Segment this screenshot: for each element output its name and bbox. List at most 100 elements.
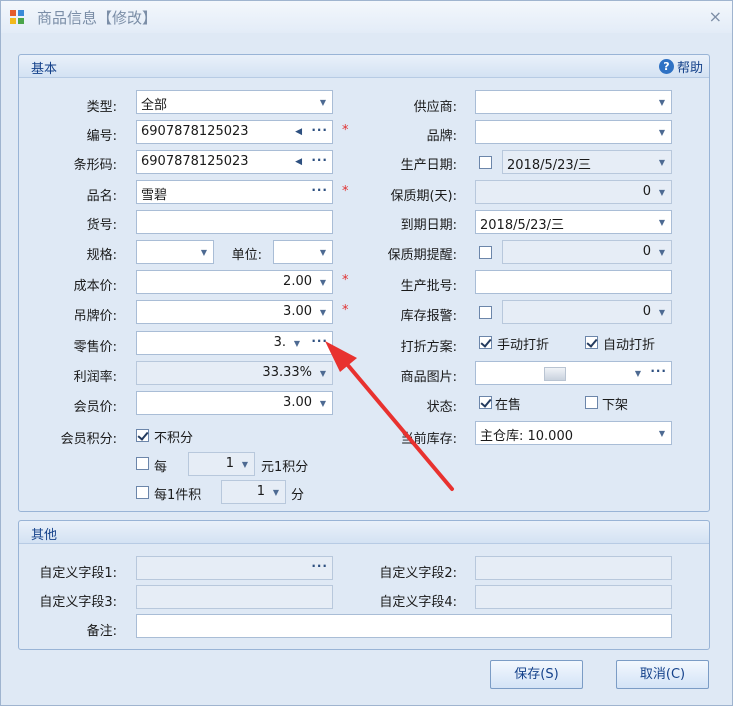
chevron-down-icon[interactable]: ▼ [314, 301, 332, 323]
help-button[interactable]: ? 帮助 [658, 57, 703, 76]
manual-discount-label: 手动打折 [497, 338, 550, 353]
discount-label: 打折方案: [400, 340, 457, 355]
retail-price-input[interactable]: 3. ▼ ··· [136, 331, 333, 355]
chevron-down-icon[interactable]: ▼ [195, 241, 213, 263]
item-no-input[interactable] [136, 210, 333, 234]
ellipsis-icon[interactable]: ··· [311, 557, 328, 579]
supplier-select[interactable]: ▼ [475, 90, 672, 114]
left-arrow-icon[interactable]: ◀ [295, 121, 302, 143]
chevron-down-icon[interactable]: ▼ [314, 392, 332, 414]
custom3-input [136, 585, 333, 609]
basic-panel-header: 基本 ? 帮助 [19, 55, 709, 78]
expiry-date-picker[interactable]: 2018/5/23/三 ▼ [475, 210, 672, 234]
ellipsis-icon[interactable]: ··· [311, 332, 328, 354]
window-title: 商品信息【修改】 [37, 9, 158, 27]
remark-label: 备注: [86, 624, 117, 639]
left-arrow-icon[interactable]: ◀ [295, 151, 302, 173]
per-amount-suffix: 元1积分 [261, 460, 309, 475]
barcode-value: 6907878125023 [141, 154, 249, 169]
other-panel-title: 其他 [31, 528, 58, 543]
name-input[interactable]: 雪碧 ··· [136, 180, 333, 204]
name-label: 品名: [86, 189, 117, 204]
auto-discount-checkbox[interactable] [585, 336, 598, 349]
ellipsis-icon[interactable]: ··· [650, 362, 667, 384]
remark-input[interactable] [136, 614, 672, 638]
custom1-input: ··· [136, 556, 333, 580]
member-price-label: 会员价: [73, 400, 117, 415]
title-bar[interactable]: 商品信息【修改】 × [1, 1, 732, 33]
custom2-input [475, 556, 672, 580]
per-item-checkbox[interactable] [136, 486, 149, 499]
per-item-input: 1 ▼ [221, 480, 286, 504]
type-select[interactable]: 全部 ▼ [136, 90, 333, 114]
chevron-down-icon[interactable]: ▼ [314, 241, 332, 263]
code-input[interactable]: 6907878125023 ◀ ··· [136, 120, 333, 144]
item-no-label: 货号: [86, 218, 117, 233]
shelf-alert-input: 0 ▼ [502, 240, 672, 264]
chevron-down-icon: ▼ [658, 247, 666, 257]
shelf-alert-value: 0 [642, 244, 651, 259]
close-icon[interactable]: × [709, 7, 722, 26]
help-icon: ? [658, 59, 674, 74]
stock-alert-input: 0 ▼ [502, 300, 672, 324]
name-value: 雪碧 [141, 188, 168, 203]
no-points-checkbox[interactable] [136, 429, 149, 442]
shelf-life-value: 0 [642, 184, 651, 199]
points-label: 会员积分: [60, 432, 117, 447]
unit-select[interactable]: ▼ [273, 240, 333, 264]
ellipsis-icon[interactable]: ··· [311, 121, 328, 143]
per-amount-checkbox[interactable] [136, 457, 149, 470]
prod-date-checkbox[interactable] [479, 156, 492, 169]
on-sale-checkbox[interactable] [479, 396, 492, 409]
off-shelf-label: 下架 [602, 398, 629, 413]
cancel-button[interactable]: 取消(C) [616, 660, 709, 689]
stock-select[interactable]: 主仓库: 10.000 ▼ [475, 421, 672, 445]
type-label: 类型: [86, 100, 117, 115]
tag-price-value: 3.00 [283, 304, 312, 319]
manual-discount-checkbox[interactable] [479, 336, 492, 349]
margin-label: 利润率: [73, 370, 117, 385]
barcode-input[interactable]: 6907878125023 ◀ ··· [136, 150, 333, 174]
auto-discount-label: 自动打折 [603, 338, 656, 353]
retail-label: 零售价: [73, 340, 117, 355]
chevron-down-icon[interactable]: ▼ [653, 91, 671, 113]
batch-input[interactable] [475, 270, 672, 294]
image-select[interactable]: ▼ ··· [475, 361, 672, 385]
ellipsis-icon[interactable]: ··· [311, 181, 328, 203]
prod-date-picker: 2018/5/23/三 ▼ [502, 150, 672, 174]
stock-alert-label: 库存报警: [400, 309, 457, 324]
status-label: 状态: [426, 400, 457, 415]
chevron-down-icon[interactable]: ▼ [653, 422, 671, 444]
margin-input: 33.33% ▼ [136, 361, 333, 385]
ellipsis-icon[interactable]: ··· [311, 151, 328, 173]
per-item-label: 每1件积 [154, 488, 202, 503]
tag-price-input[interactable]: 3.00 ▼ [136, 300, 333, 324]
stock-alert-value: 0 [642, 304, 651, 319]
barcode-label: 条形码: [73, 158, 117, 173]
off-shelf-checkbox[interactable] [585, 396, 598, 409]
chevron-down-icon[interactable]: ▼ [314, 271, 332, 293]
chevron-down-icon[interactable]: ▼ [653, 211, 671, 233]
shelf-alert-checkbox[interactable] [479, 246, 492, 259]
save-button[interactable]: 保存(S) [490, 660, 583, 689]
code-value: 6907878125023 [141, 124, 249, 139]
chevron-down-icon[interactable]: ▼ [288, 332, 306, 354]
chevron-down-icon: ▼ [658, 307, 666, 317]
shelf-life-input: 0 ▼ [475, 180, 672, 204]
stock-alert-checkbox[interactable] [479, 306, 492, 319]
chevron-down-icon[interactable]: ▼ [314, 91, 332, 113]
member-price-input[interactable]: 3.00 ▼ [136, 391, 333, 415]
basic-panel-title: 基本 [31, 62, 58, 77]
spec-select[interactable]: ▼ [136, 240, 214, 264]
chevron-down-icon[interactable]: ▼ [653, 121, 671, 143]
chevron-down-icon: ▼ [272, 487, 280, 497]
chevron-down-icon: ▼ [241, 459, 249, 469]
cost-input[interactable]: 2.00 ▼ [136, 270, 333, 294]
cost-value: 2.00 [283, 274, 312, 289]
required-mark: * [342, 184, 349, 199]
per-item-suffix: 分 [291, 488, 305, 503]
no-points-label: 不积分 [154, 431, 194, 446]
custom1-label: 自定义字段1: [39, 566, 117, 581]
chevron-down-icon[interactable]: ▼ [629, 362, 647, 384]
brand-select[interactable]: ▼ [475, 120, 672, 144]
